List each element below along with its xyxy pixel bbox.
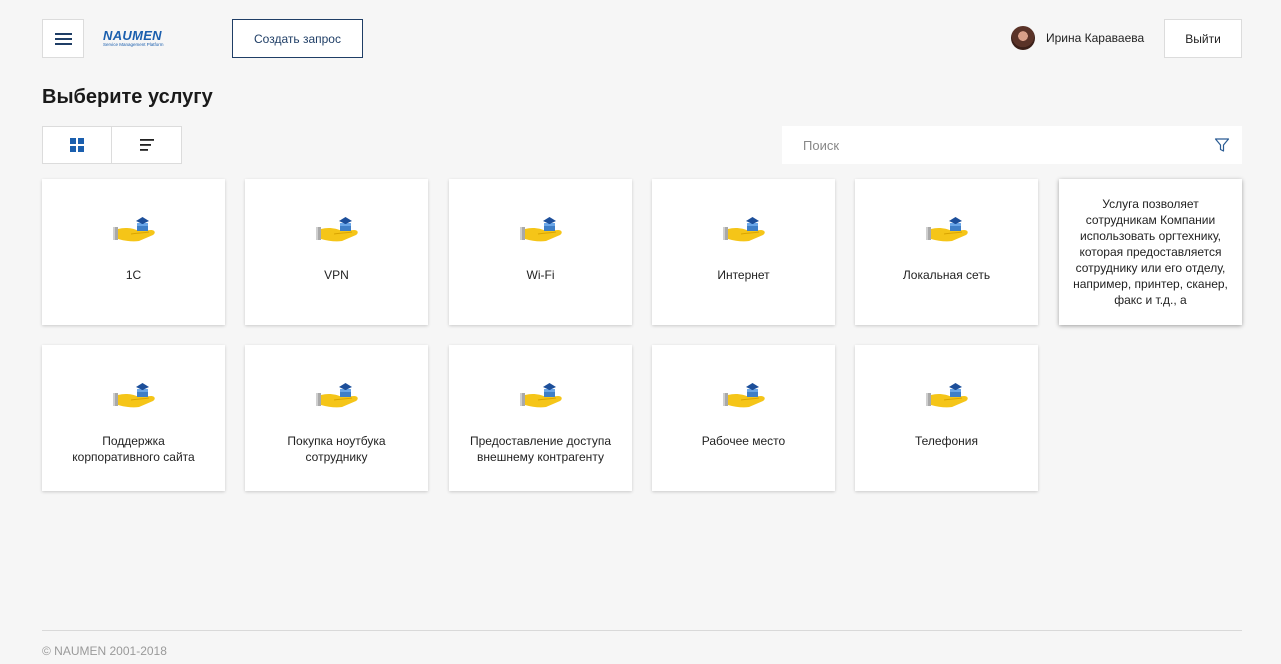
create-request-button[interactable]: Создать запрос: [232, 19, 363, 58]
service-card-wifi[interactable]: Wi-Fi: [449, 179, 632, 325]
service-card-label: Wi-Fi: [526, 268, 555, 282]
service-card-label: Телефония: [915, 434, 978, 448]
grid-icon: [70, 138, 84, 152]
avatar[interactable]: [1011, 26, 1035, 50]
service-hand-icon: [925, 382, 969, 408]
menu-button[interactable]: [42, 19, 84, 58]
page-title: Выберите услугу: [42, 86, 213, 108]
logout-button[interactable]: Выйти: [1164, 19, 1242, 58]
logo-main-text: NAUMEN: [103, 28, 162, 43]
user-name[interactable]: Ирина Караваева: [1046, 31, 1144, 45]
service-card-description: Услуга позволяет сотрудникам Компании ис…: [1073, 197, 1228, 307]
service-hand-icon: [519, 216, 563, 242]
service-card-office-equipment[interactable]: Услуга позволяет сотрудникам Компании ис…: [1059, 179, 1242, 325]
service-card-label: Предоставление доступа внешнему контраге…: [469, 434, 611, 464]
service-card-corporate-site-support[interactable]: Поддержка корпоративного сайта: [42, 345, 225, 491]
view-toggle: [42, 126, 182, 164]
service-card-internet[interactable]: Интернет: [652, 179, 835, 325]
service-hand-icon: [112, 382, 156, 408]
search-input[interactable]: [782, 126, 1202, 164]
search-box: [782, 126, 1242, 164]
list-icon: [139, 139, 154, 151]
list-view-button[interactable]: [112, 127, 181, 163]
service-hand-icon: [722, 216, 766, 242]
service-card-telephony[interactable]: Телефония: [855, 345, 1038, 491]
header: NAUMEN Service Management Platform Созда…: [0, 0, 1281, 80]
service-card-label: Интернет: [717, 268, 770, 282]
service-card-vpn[interactable]: VPN: [245, 179, 428, 325]
service-card-label: Покупка ноутбука сотруднику: [287, 434, 386, 464]
service-card-label: Локальная сеть: [902, 268, 991, 282]
grid-view-button[interactable]: [43, 127, 112, 163]
service-card-label: Поддержка корпоративного сайта: [72, 434, 195, 464]
service-card-workplace[interactable]: Рабочее место: [652, 345, 835, 491]
hamburger-icon: [55, 33, 72, 35]
filter-icon[interactable]: [1214, 137, 1230, 153]
service-hand-icon: [925, 216, 969, 242]
service-hand-icon: [315, 382, 359, 408]
service-card-local-network[interactable]: Локальная сеть: [855, 179, 1038, 325]
footer-divider: [42, 630, 1242, 631]
logo-sub-text: Service Management Platform: [103, 42, 164, 47]
service-card-label: 1С: [125, 268, 142, 282]
service-card-contractor-access[interactable]: Предоставление доступа внешнему контраге…: [449, 345, 632, 491]
service-card-laptop-purchase[interactable]: Покупка ноутбука сотруднику: [245, 345, 428, 491]
service-hand-icon: [519, 382, 563, 408]
service-card-1c[interactable]: 1С: [42, 179, 225, 325]
footer-copyright: © NAUMEN 2001-2018: [42, 644, 167, 658]
service-hand-icon: [722, 382, 766, 408]
service-hand-icon: [315, 216, 359, 242]
service-card-label: VPN: [324, 268, 349, 282]
service-hand-icon: [112, 216, 156, 242]
naumen-logo[interactable]: NAUMEN Service Management Platform: [103, 28, 185, 48]
service-card-label: Рабочее место: [701, 434, 786, 448]
